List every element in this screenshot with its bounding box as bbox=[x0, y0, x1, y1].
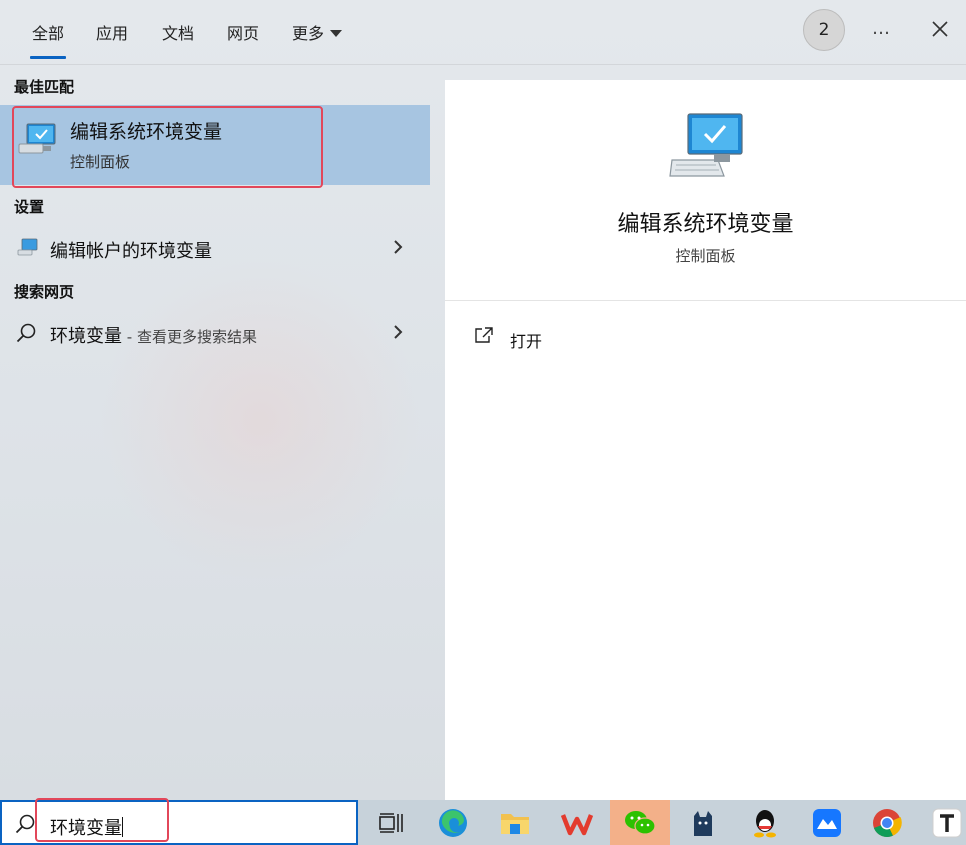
close-icon[interactable] bbox=[928, 17, 952, 41]
search-icon bbox=[16, 323, 36, 343]
tab-web[interactable]: 网页 bbox=[227, 20, 259, 44]
highlight-box-search bbox=[35, 798, 169, 842]
detail-pane bbox=[445, 80, 966, 800]
highlight-box-best-match bbox=[12, 106, 323, 188]
tab-more-label: 更多 bbox=[292, 24, 325, 43]
web-search-label: 环境变量 - 查看更多搜索结果 bbox=[50, 322, 257, 348]
monitor-check-icon bbox=[669, 113, 743, 177]
search-icon bbox=[15, 814, 35, 834]
detail-subtitle: 控制面板 bbox=[675, 247, 736, 265]
file-explorer-icon[interactable] bbox=[498, 806, 532, 840]
tab-apps[interactable]: 应用 bbox=[96, 20, 128, 44]
typora-icon[interactable] bbox=[930, 806, 964, 840]
settings-item-label: 编辑帐户的环境变量 bbox=[50, 241, 212, 262]
chevron-right-icon bbox=[394, 240, 403, 254]
chevron-right-icon bbox=[394, 325, 403, 339]
detail-divider bbox=[445, 300, 966, 301]
task-view-icon[interactable] bbox=[374, 806, 408, 840]
section-settings: 设置 bbox=[14, 198, 45, 216]
more-options-button[interactable]: … bbox=[872, 18, 892, 39]
rewards-badge[interactable]: 2 bbox=[803, 9, 845, 51]
web-search-query: 环境变量 bbox=[50, 326, 122, 347]
settings-monitor-icon bbox=[17, 238, 38, 256]
section-best-match: 最佳匹配 bbox=[14, 78, 75, 96]
chevron-down-icon bbox=[330, 30, 343, 37]
edge-icon[interactable] bbox=[436, 806, 470, 840]
tab-more[interactable]: 更多 bbox=[292, 20, 343, 44]
open-external-icon bbox=[475, 327, 493, 343]
cat-app-icon[interactable] bbox=[686, 806, 720, 840]
qq-icon[interactable] bbox=[748, 806, 782, 840]
wechat-icon[interactable] bbox=[623, 806, 657, 840]
section-web-search: 搜索网页 bbox=[14, 283, 75, 301]
wps-icon[interactable] bbox=[560, 806, 594, 840]
tab-all[interactable]: 全部 bbox=[29, 20, 67, 59]
chrome-icon[interactable] bbox=[870, 806, 904, 840]
feishu-icon[interactable] bbox=[810, 806, 844, 840]
filter-tabs: 全部 应用 文档 网页 更多 2 … bbox=[0, 0, 966, 65]
detail-title: 编辑系统环境变量 bbox=[617, 212, 794, 237]
open-label: 打开 bbox=[510, 332, 543, 351]
tab-documents[interactable]: 文档 bbox=[162, 20, 194, 44]
web-search-suffix: - 查看更多搜索结果 bbox=[122, 328, 257, 346]
